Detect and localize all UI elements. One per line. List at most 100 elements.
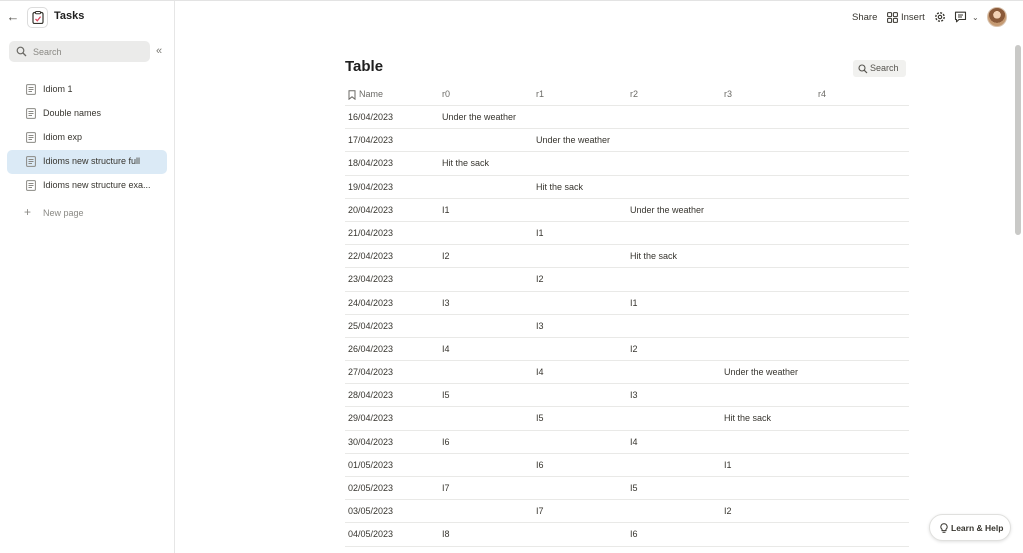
table-cell-r3[interactable]: Hit the sack [724, 407, 771, 429]
table-row[interactable]: 22/04/2023 I2 Hit the sack [345, 245, 909, 269]
table-cell-r1[interactable]: Under the weather [536, 129, 610, 151]
sidebar-item-idioms-new-structure-example[interactable]: Idioms new structure exa... [7, 174, 167, 198]
table-cell-r1[interactable]: I3 [536, 315, 544, 337]
sidebar-item-label: Idioms new structure exa... [43, 180, 151, 190]
table-row[interactable]: 04/05/2023 I8 I6 [345, 523, 909, 547]
page-list: Idiom 1 Double names Idiom exp Idioms ne… [7, 78, 167, 198]
table-cell-name[interactable]: 20/04/2023 [348, 199, 393, 221]
table-row[interactable]: 01/05/2023 I6 I1 [345, 454, 909, 477]
sidebar-item-idioms-new-structure-full[interactable]: Idioms new structure full [7, 150, 167, 174]
table-cell-name[interactable]: 01/05/2023 [348, 454, 393, 476]
table-cell-r3[interactable]: Under the weather [724, 361, 798, 383]
table-cell-name[interactable]: 27/04/2023 [348, 361, 393, 383]
sidebar-item-idiom-1[interactable]: Idiom 1 [7, 78, 167, 102]
table-cell-r0[interactable]: I5 [442, 384, 450, 406]
table-cell-name[interactable]: 22/04/2023 [348, 245, 393, 267]
table-row[interactable]: 30/04/2023 I6 I4 [345, 431, 909, 454]
table-cell-r2[interactable]: I4 [630, 431, 638, 453]
table-cell-name[interactable]: 17/04/2023 [348, 129, 393, 151]
table-cell-r0[interactable]: I8 [442, 523, 450, 545]
table-cell-name[interactable]: 21/04/2023 [348, 222, 393, 244]
table-cell-r2[interactable]: Under the weather [630, 199, 704, 221]
table-cell-r0[interactable]: I4 [442, 338, 450, 360]
table-search-button[interactable]: Search [853, 60, 906, 77]
table-cell-r0[interactable]: I3 [442, 292, 450, 314]
sidebar-item-double-names[interactable]: Double names [7, 102, 167, 126]
table-row[interactable]: 21/04/2023 I1 [345, 222, 909, 246]
table-cell-r1[interactable]: Hit the sack [536, 176, 583, 198]
table-cell-r2[interactable]: I3 [630, 384, 638, 406]
table-cell-r0[interactable]: Hit the sack [442, 152, 489, 174]
table-row[interactable]: 25/04/2023 I3 [345, 315, 909, 338]
table-cell-name[interactable]: 24/04/2023 [348, 292, 393, 314]
table-cell-name[interactable]: 19/04/2023 [348, 176, 393, 198]
table-row[interactable]: 26/04/2023 I4 I2 [345, 338, 909, 362]
table-cell-r2[interactable]: I5 [630, 477, 638, 499]
table-row[interactable]: 20/04/2023 I1 Under the weather [345, 199, 909, 222]
table-cell-r1[interactable]: I7 [536, 500, 544, 522]
table-row[interactable]: 24/04/2023 I3 I1 [345, 292, 909, 315]
chevron-down-icon[interactable]: ⌄ [972, 13, 979, 22]
table-cell-name[interactable]: 23/04/2023 [348, 268, 393, 290]
table-row[interactable]: 03/05/2023 I7 I2 [345, 500, 909, 524]
table-row[interactable]: 28/04/2023 I5 I3 [345, 384, 909, 408]
table-row[interactable]: 18/04/2023 Hit the sack [345, 152, 909, 176]
learn-help-button[interactable]: Learn & Help [929, 514, 1011, 541]
search-icon [858, 64, 868, 74]
table-cell-r2[interactable]: I2 [630, 338, 638, 360]
table-cell-r3[interactable]: I2 [724, 500, 732, 522]
table-cell-name[interactable]: 04/05/2023 [348, 523, 393, 545]
table-cell-r2[interactable]: I6 [630, 523, 638, 545]
plus-icon: + [24, 205, 32, 219]
share-button[interactable]: Share [852, 12, 877, 23]
column-header-r4[interactable]: r4 [818, 83, 826, 105]
table-cell-r3[interactable]: I1 [724, 454, 732, 476]
column-header-r2[interactable]: r2 [630, 83, 638, 105]
avatar[interactable] [987, 7, 1007, 27]
table-cell-r0[interactable]: I2 [442, 245, 450, 267]
table-cell-name[interactable]: 18/04/2023 [348, 152, 393, 174]
table-cell-r1[interactable]: I6 [536, 454, 544, 476]
table-cell-name[interactable]: 29/04/2023 [348, 407, 393, 429]
table-cell-name[interactable]: 25/04/2023 [348, 315, 393, 337]
column-header-r3[interactable]: r3 [724, 83, 732, 105]
table-cell-r1[interactable]: I4 [536, 361, 544, 383]
table-cell-name[interactable]: 28/04/2023 [348, 384, 393, 406]
table-row[interactable]: 16/04/2023 Under the weather [345, 106, 909, 130]
collapse-sidebar-icon[interactable]: « [156, 45, 168, 57]
table-row[interactable]: 27/04/2023 I4 Under the weather [345, 361, 909, 385]
sidebar-item-idiom-exp[interactable]: Idiom exp [7, 126, 167, 150]
table-row[interactable]: 02/05/2023 I7 I5 [345, 477, 909, 501]
column-header-name[interactable]: Name [348, 83, 383, 105]
table-cell-name[interactable]: 26/04/2023 [348, 338, 393, 360]
table-cell-r1[interactable]: I5 [536, 407, 544, 429]
sidebar-item-label: Idiom exp [43, 132, 83, 142]
table-cell-r2[interactable]: Hit the sack [630, 245, 677, 267]
learn-help-label: Learn & Help [951, 523, 1004, 533]
table-cell-name[interactable]: 30/04/2023 [348, 431, 393, 453]
table-cell-r0[interactable]: I6 [442, 431, 450, 453]
comment-icon[interactable] [954, 11, 967, 23]
column-header-r0[interactable]: r0 [442, 83, 450, 105]
table-cell-name[interactable]: 03/05/2023 [348, 500, 393, 522]
table-cell-r1[interactable]: I2 [536, 268, 544, 290]
sidebar-search[interactable] [9, 41, 150, 62]
column-header-r1[interactable]: r1 [536, 83, 544, 105]
gear-icon[interactable] [934, 11, 946, 23]
table-row[interactable]: 23/04/2023 I2 [345, 268, 909, 292]
top-bar: Share Insert ⌄ [175, 1, 1023, 33]
table-cell-name[interactable]: 02/05/2023 [348, 477, 393, 499]
table-cell-r0[interactable]: Under the weather [442, 106, 516, 128]
sidebar-search-input[interactable] [33, 44, 143, 59]
table-row[interactable]: 17/04/2023 Under the weather [345, 129, 909, 153]
table-cell-r0[interactable]: I1 [442, 199, 450, 221]
app-window: ← Tasks « Idiom 1 [0, 0, 1023, 553]
scrollbar[interactable] [1015, 45, 1021, 235]
table-row[interactable]: 29/04/2023 I5 Hit the sack [345, 407, 909, 431]
table-cell-r0[interactable]: I7 [442, 477, 450, 499]
table-row[interactable]: 19/04/2023 Hit the sack [345, 176, 909, 199]
back-arrow-icon[interactable]: ← [6, 9, 20, 25]
table-cell-r1[interactable]: I1 [536, 222, 544, 244]
table-cell-r2[interactable]: I1 [630, 292, 638, 314]
table-cell-name[interactable]: 16/04/2023 [348, 106, 393, 128]
